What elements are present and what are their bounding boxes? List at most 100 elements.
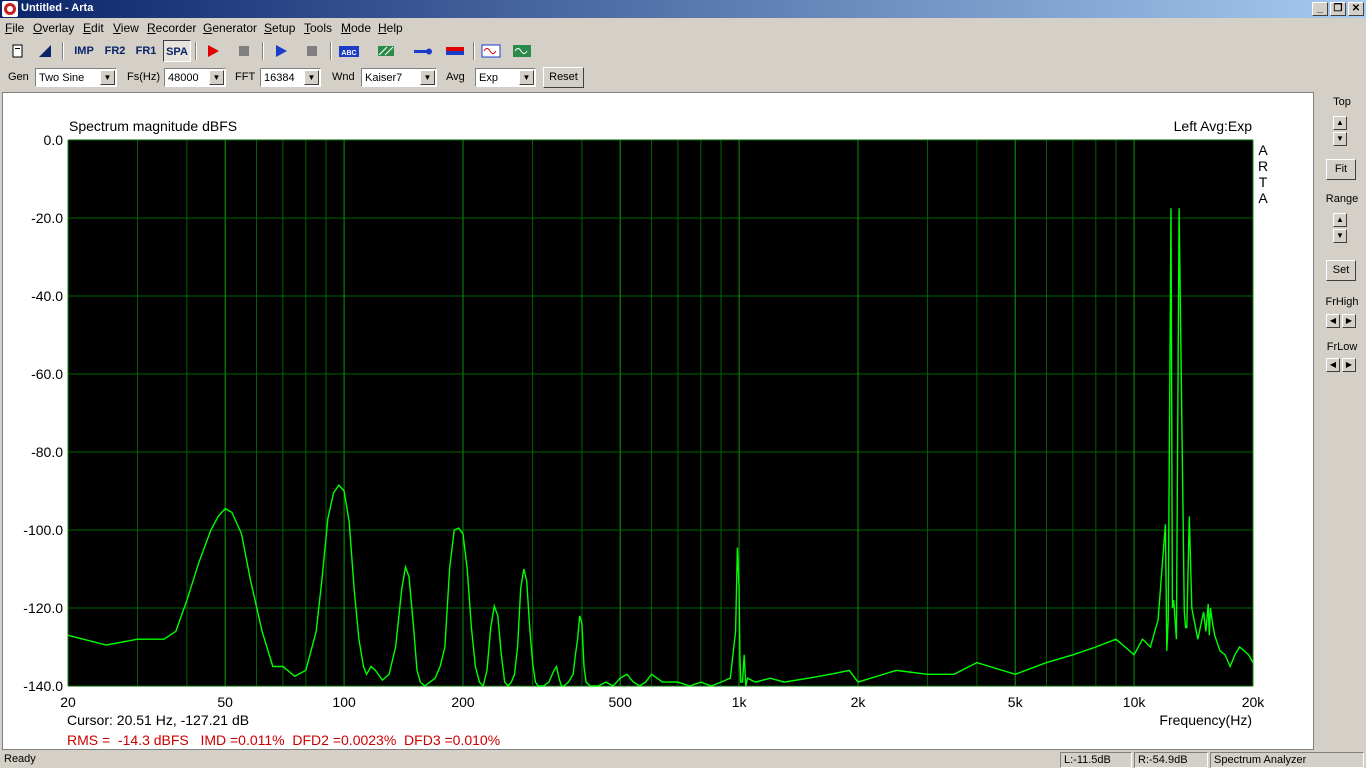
chevron-down-icon[interactable]: ▼ bbox=[304, 70, 319, 85]
range-down-button[interactable]: ▼ bbox=[1333, 229, 1347, 243]
toolbar: IMP FR2 FR1 SPA ABC bbox=[0, 38, 1366, 64]
spectrum-chart[interactable]: Spectrum magnitude dBFS Left Avg:Exp 0.0… bbox=[3, 93, 1313, 749]
scope-icon bbox=[513, 45, 531, 57]
menu-edit[interactable]: Edit bbox=[83, 21, 104, 35]
watermark-letter: T bbox=[1259, 174, 1268, 190]
spectrum-mode-button[interactable]: SPA bbox=[163, 40, 191, 62]
menu-generator[interactable]: Generator bbox=[203, 21, 257, 35]
menu-view[interactable]: View bbox=[113, 21, 139, 35]
menu-file[interactable]: File bbox=[5, 21, 24, 35]
abc-icon-text: ABC bbox=[341, 50, 356, 57]
set-button[interactable]: Set bbox=[1326, 260, 1356, 281]
samplerate-select[interactable]: 48000 ▼ bbox=[164, 68, 226, 87]
menu-overlay[interactable]: Overlay bbox=[33, 21, 74, 35]
y-tick-label: -120.0 bbox=[23, 600, 63, 616]
y-tick-label: -100.0 bbox=[23, 522, 63, 538]
fit-button[interactable]: Fit bbox=[1326, 159, 1356, 180]
fr2-mode-button[interactable]: FR2 bbox=[101, 40, 129, 62]
stop-icon bbox=[307, 46, 317, 56]
record-play-button[interactable] bbox=[201, 40, 225, 62]
averaging-value: Exp bbox=[479, 72, 498, 84]
x-tick-label: 5k bbox=[1008, 694, 1024, 710]
reset-button[interactable]: Reset bbox=[543, 67, 584, 88]
chart-legend: Left Avg:Exp bbox=[1174, 118, 1253, 134]
probe-icon bbox=[414, 48, 432, 55]
arta-watermark: ARTA bbox=[1258, 142, 1268, 206]
y-tick-label: -40.0 bbox=[31, 288, 63, 304]
close-button[interactable]: ✕ bbox=[1348, 2, 1364, 16]
chevron-down-icon[interactable]: ▼ bbox=[519, 70, 534, 85]
frlow-label: FrLow bbox=[1326, 341, 1358, 353]
sine-wave-icon bbox=[481, 44, 501, 58]
open-icon bbox=[39, 45, 51, 57]
title-bar: Untitled - Arta _ ❐ ✕ bbox=[0, 0, 1366, 18]
impulse-mode-button[interactable]: IMP bbox=[70, 40, 98, 62]
frhigh-right-button[interactable]: ▶ bbox=[1342, 314, 1356, 328]
menu-bar: File Overlay Edit View Recorder Generato… bbox=[0, 18, 1366, 38]
level-meter-button[interactable] bbox=[443, 40, 467, 62]
fft-size-value: 16384 bbox=[264, 72, 295, 84]
watermark-letter: A bbox=[1258, 142, 1268, 158]
new-document-button[interactable] bbox=[6, 40, 30, 62]
top-up-button[interactable]: ▲ bbox=[1333, 116, 1347, 130]
x-tick-label: 20k bbox=[1242, 694, 1266, 710]
mode-indicator: Spectrum Analyzer bbox=[1210, 752, 1364, 768]
watermark-letter: A bbox=[1258, 190, 1268, 206]
window-select[interactable]: Kaiser7 ▼ bbox=[361, 68, 437, 87]
gen-label: Gen bbox=[8, 71, 29, 83]
generator-stop-button[interactable] bbox=[300, 40, 324, 62]
range-up-button[interactable]: ▲ bbox=[1333, 213, 1347, 227]
window-value: Kaiser7 bbox=[365, 72, 403, 84]
generator-select[interactable]: Two Sine ▼ bbox=[35, 68, 117, 87]
top-down-button[interactable]: ▼ bbox=[1333, 132, 1347, 146]
window-label: Wnd bbox=[332, 71, 355, 83]
oscilloscope-button[interactable] bbox=[510, 40, 534, 62]
left-level: L:-11.5dB bbox=[1060, 752, 1132, 768]
cursor-readout: Cursor: 20.51 Hz, -127.21 dB bbox=[67, 712, 249, 728]
frhigh-label: FrHigh bbox=[1325, 296, 1359, 308]
y-tick-label: 0.0 bbox=[44, 132, 64, 148]
y-tick-label: -60.0 bbox=[31, 366, 63, 382]
plot-area[interactable] bbox=[68, 140, 1253, 686]
restore-button[interactable]: ❐ bbox=[1330, 2, 1346, 16]
menu-help[interactable]: Help bbox=[378, 21, 403, 35]
toolbar-separator bbox=[473, 42, 475, 60]
menu-setup[interactable]: Setup bbox=[264, 21, 295, 35]
minimize-button[interactable]: _ bbox=[1312, 2, 1328, 16]
arta-app-icon[interactable] bbox=[2, 1, 18, 17]
menu-recorder[interactable]: Recorder bbox=[147, 21, 196, 35]
record-stop-button[interactable] bbox=[232, 40, 256, 62]
frlow-right-button[interactable]: ▶ bbox=[1342, 358, 1356, 372]
averaging-select[interactable]: Exp ▼ bbox=[475, 68, 536, 87]
x-tick-label: 500 bbox=[609, 694, 633, 710]
overlay-button[interactable] bbox=[374, 40, 398, 62]
chevron-down-icon[interactable]: ▼ bbox=[209, 70, 224, 85]
spectrum-plot-panel: Spectrum magnitude dBFS Left Avg:Exp 0.0… bbox=[2, 92, 1314, 750]
chevron-down-icon[interactable]: ▼ bbox=[100, 70, 115, 85]
text-annotation-button[interactable]: ABC bbox=[337, 40, 361, 62]
toolbar-separator bbox=[262, 42, 264, 60]
fft-size-select[interactable]: 16384 ▼ bbox=[260, 68, 321, 87]
status-bar: Ready L:-11.5dB R:-54.9dB Spectrum Analy… bbox=[0, 751, 1366, 768]
top-label: Top bbox=[1333, 96, 1351, 108]
fr1-mode-button[interactable]: FR1 bbox=[132, 40, 160, 62]
toolbar-separator bbox=[62, 42, 64, 60]
generator-play-button[interactable] bbox=[269, 40, 293, 62]
menu-tools[interactable]: Tools bbox=[304, 21, 332, 35]
signal-generator-button[interactable] bbox=[479, 40, 503, 62]
chevron-down-icon[interactable]: ▼ bbox=[420, 70, 435, 85]
stop-icon bbox=[239, 46, 249, 56]
abc-icon: ABC bbox=[339, 46, 359, 57]
y-tick-label: -80.0 bbox=[31, 444, 63, 460]
frlow-left-button[interactable]: ◀ bbox=[1326, 358, 1340, 372]
measurement-readout: RMS = -14.3 dBFS IMD =0.011% DFD2 =0.002… bbox=[67, 732, 500, 748]
menu-mode[interactable]: Mode bbox=[341, 21, 371, 35]
toolbar-separator bbox=[195, 42, 197, 60]
calibration-button[interactable] bbox=[411, 40, 435, 62]
frhigh-left-button[interactable]: ◀ bbox=[1326, 314, 1340, 328]
open-button[interactable] bbox=[33, 40, 57, 62]
play-red-icon bbox=[208, 45, 219, 57]
meter-icon bbox=[446, 47, 464, 55]
chart-title: Spectrum magnitude dBFS bbox=[69, 118, 237, 134]
samplerate-value: 48000 bbox=[168, 72, 199, 84]
